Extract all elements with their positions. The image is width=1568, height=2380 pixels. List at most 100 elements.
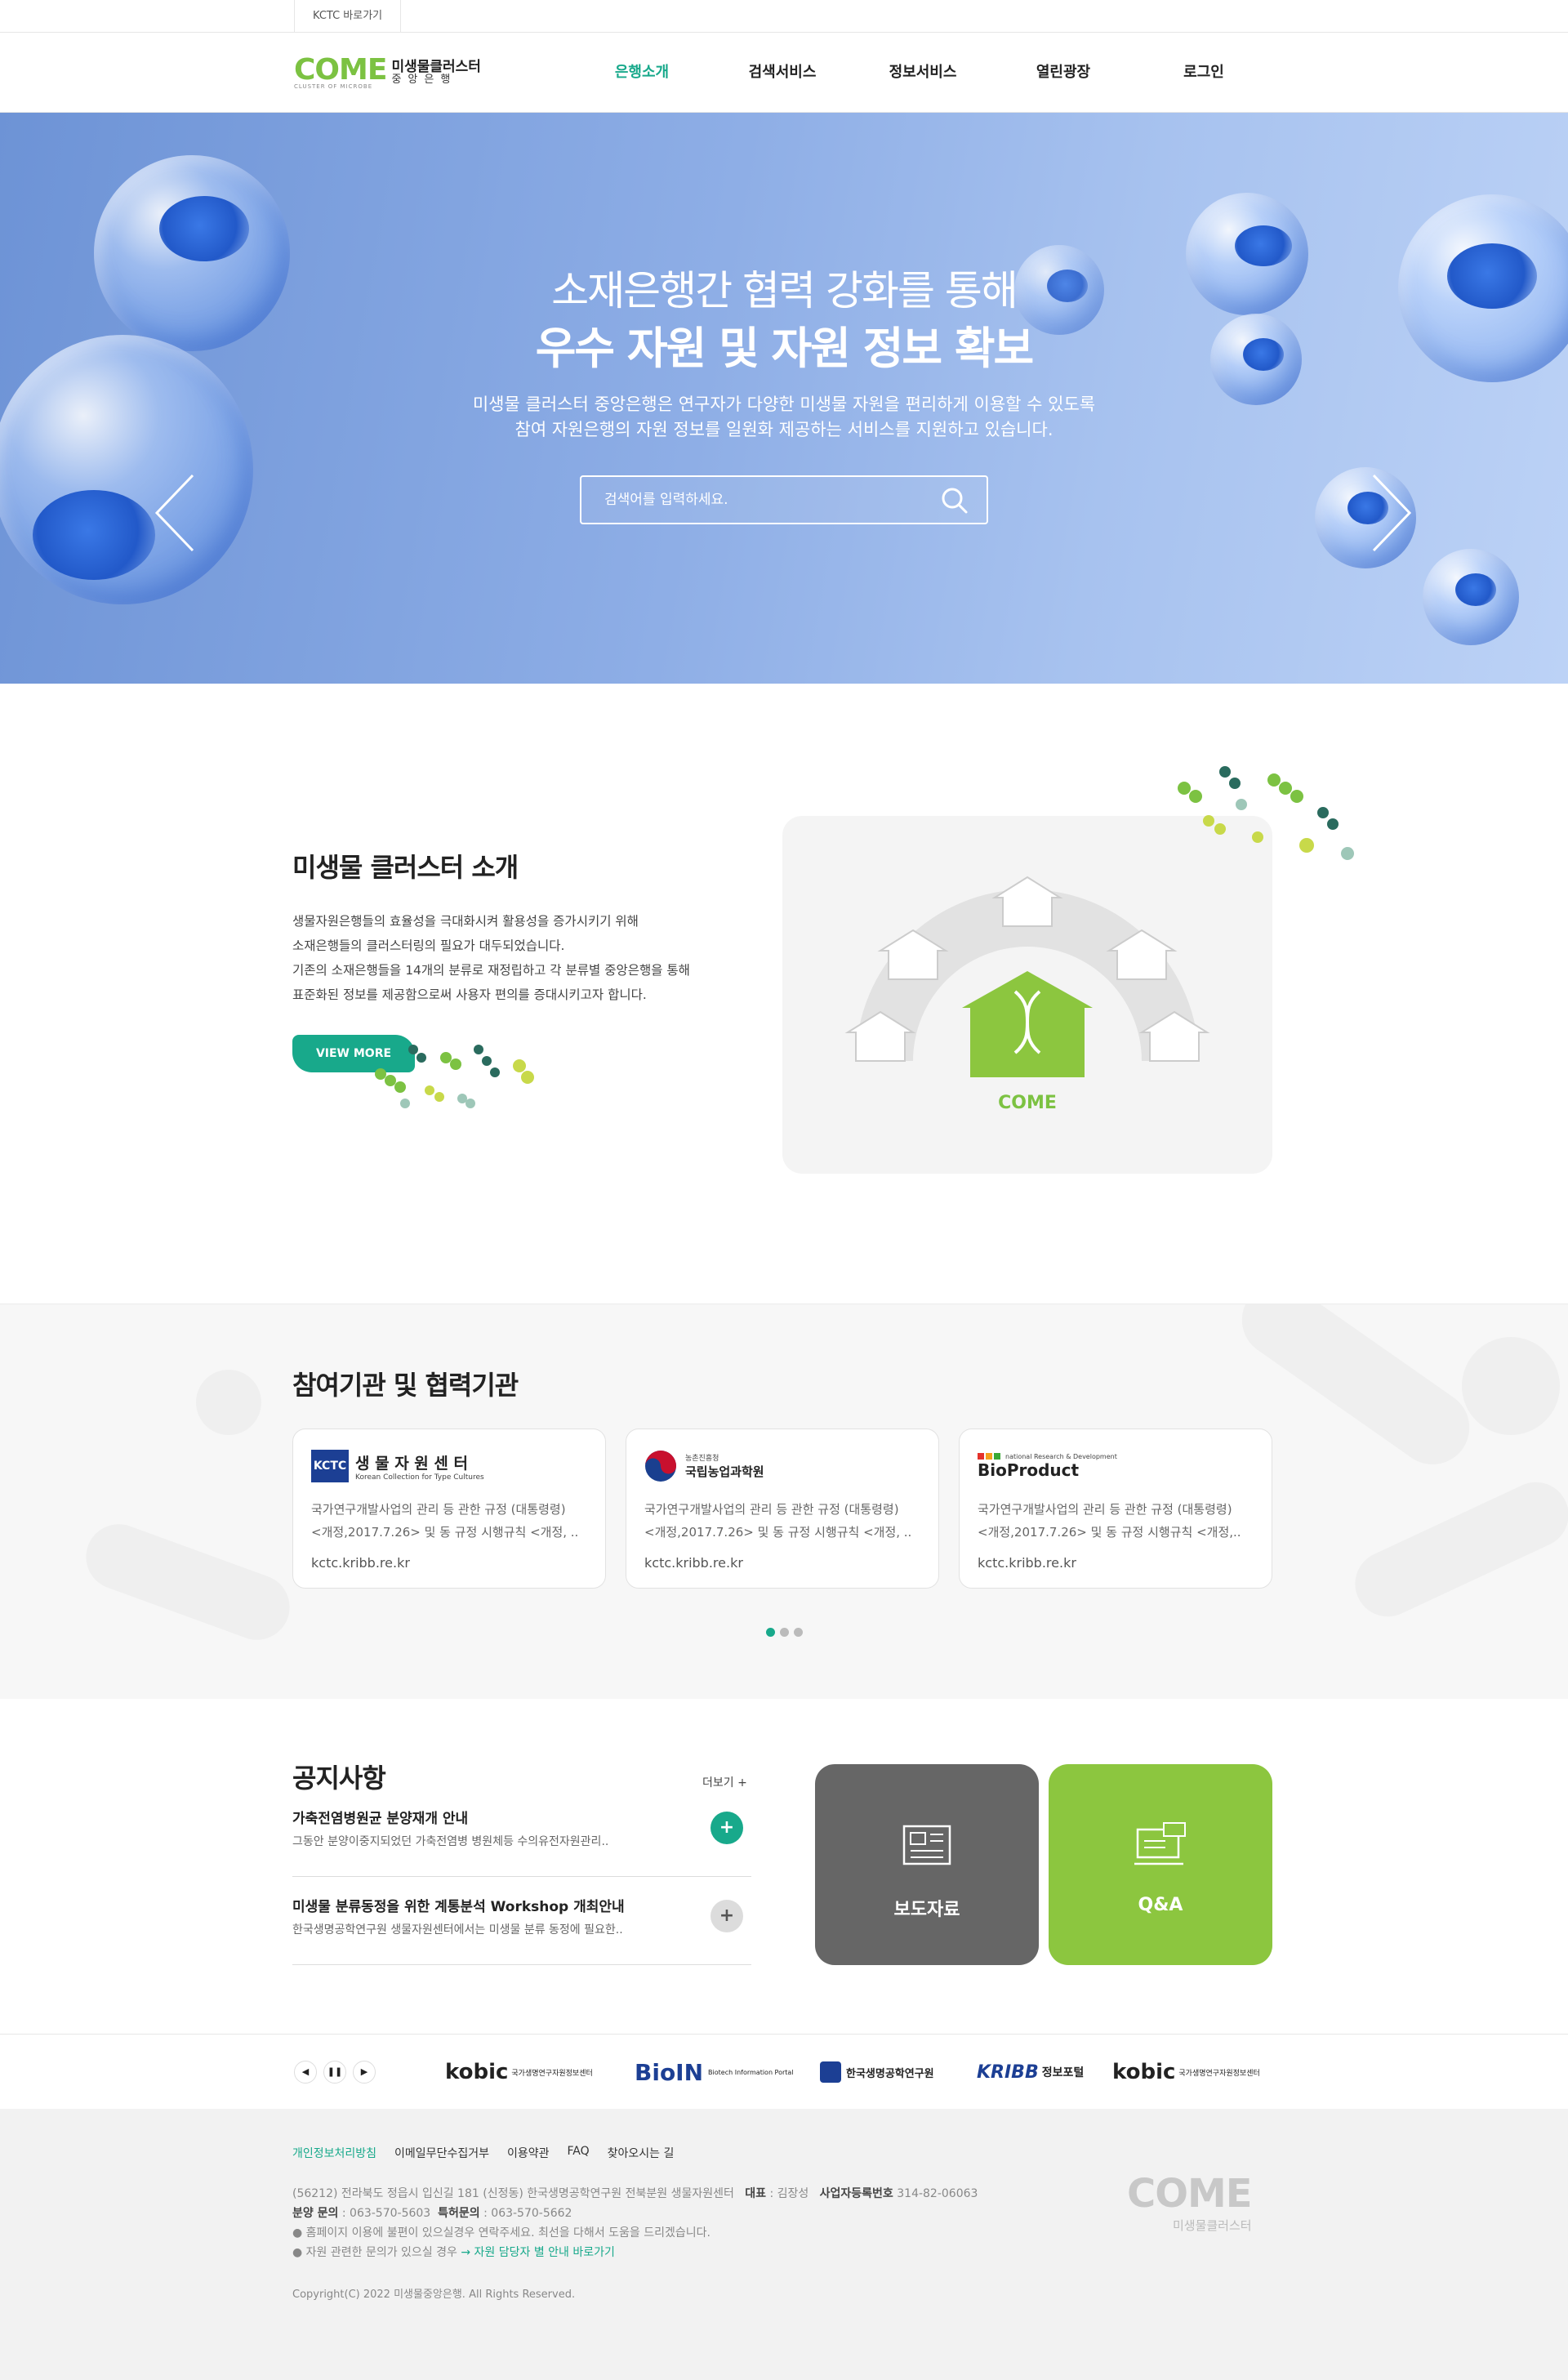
nav-item-info[interactable]: 정보서비스 xyxy=(853,33,993,113)
partner-desc-line: <개정,2017.7.26> 및 동 규정 시행규칙 <개정, .. xyxy=(644,1525,912,1540)
partner-description: 국가연구개발사업의 관리 등 관한 규정 (대통령령) <개정,2017.7.2… xyxy=(311,1498,589,1544)
hero-next-arrow[interactable] xyxy=(1369,472,1414,554)
pause-button[interactable]: ❚❚ xyxy=(323,2061,346,2084)
partner-description: 국가연구개발사업의 관리 등 관한 규정 (대통령령) <개정,2017.7.2… xyxy=(644,1498,922,1544)
search-input[interactable] xyxy=(604,477,931,523)
hero-prev-arrow[interactable] xyxy=(152,472,198,554)
family-logo-kobic-2[interactable]: kobic 국가생명연구자원정보센터 xyxy=(1112,2057,1260,2087)
svg-text:COME: COME xyxy=(998,1093,1057,1113)
microbe-decoration-icon xyxy=(1178,766,1354,860)
footer-note: ● 자원 관련한 문의가 있으실 경우 xyxy=(292,2246,457,2259)
family-sites: ◀ ❚❚ ▶ kobic 국가생명연구자원정보센터 BioIN Biotech … xyxy=(0,2034,1568,2109)
partner-name: 국립농업과학원 xyxy=(685,1464,764,1479)
intro-description: 생물자원은행들의 효율성을 극대화시켜 활용성을 증가시키기 위해 소재은행들의… xyxy=(292,909,717,1007)
notice-item[interactable]: 가축전염병원균 분양재개 안내 그동안 분양이중지되었던 가축전염병 병원체등 … xyxy=(292,1789,751,1877)
press-tile[interactable]: 보도자료 xyxy=(815,1764,1039,1965)
next-button[interactable]: ▶ xyxy=(353,2061,376,2084)
partner-card[interactable]: KCTC 생 물 자 원 센 터 Korean Collection for T… xyxy=(292,1428,606,1589)
family-logo-sub: 정보포털 xyxy=(1041,2066,1085,2079)
logo-mark: COME xyxy=(294,53,387,87)
notice-item-title: 가축전염병원균 분양재개 안내 xyxy=(292,1811,469,1827)
partner-url: kctc.kribb.re.kr xyxy=(644,1555,743,1571)
qna-tile-label: Q&A xyxy=(1138,1895,1183,1915)
family-logo-sub: Biotech Information Portal xyxy=(708,2068,794,2076)
directions-link[interactable]: 찾아오시는 길 xyxy=(608,2145,675,2161)
microbe-decoration-icon xyxy=(375,1045,534,1108)
partners-title: 참여기관 및 협력기관 xyxy=(292,1370,519,1401)
carousel-dot[interactable] xyxy=(793,1628,803,1637)
plus-icon[interactable]: + xyxy=(710,1812,743,1844)
naas-logo: 농촌진흥청 국립농업과학원 xyxy=(644,1447,764,1485)
privacy-policy-link[interactable]: 개인정보처리방침 xyxy=(292,2145,376,2161)
partner-name: 생 물 자 원 센 터 xyxy=(355,1454,468,1473)
footer-info: (56212) 전라북도 정읍시 입신길 181 (신정동) 한국생명공학연구원… xyxy=(292,2187,978,2259)
intro-line: 표준화된 정보를 제공함으로써 사용자 편의를 증대시키고자 합니다. xyxy=(292,987,647,1002)
hero-description: 미생물 클러스터 중앙은행은 연구자가 다양한 미생물 자원을 편리하게 이용할… xyxy=(0,392,1568,443)
hero-title: 소재은행간 협력 강화를 통해 xyxy=(551,267,1018,314)
notice-section: 공지사항 더보기 + 가축전염병원균 분양재개 안내 그동안 분양이중지되었던 … xyxy=(0,1699,1568,2034)
email-refusal-link[interactable]: 이메일무단수집거부 xyxy=(394,2145,489,2161)
kribb-emblem-icon xyxy=(820,2061,841,2083)
family-logo-sub: 국가생명연구자원정보센터 xyxy=(511,2069,593,2078)
hero-subtitle: 우수 자원 및 자원 정보 확보 xyxy=(535,323,1034,374)
intro-title: 미생물 클러스터 소개 xyxy=(292,852,519,883)
family-logo-kobic[interactable]: kobic 국가생명연구자원정보센터 xyxy=(445,2057,593,2087)
footer-biz-label: 사업자등록번호 xyxy=(819,2187,893,2200)
search-icon[interactable] xyxy=(941,487,969,515)
notice-item-title: 미생물 분류동정을 위한 계통분석 Workshop 개최안내 xyxy=(292,1899,625,1915)
family-logo-name: BioIN xyxy=(635,2058,704,2086)
family-logo-kribb-portal[interactable]: KRIBB 정보포털 xyxy=(977,2057,1084,2087)
carousel-dot[interactable] xyxy=(779,1628,789,1637)
partner-sub: national Research & Development xyxy=(1005,1452,1117,1460)
partners-section: 참여기관 및 협력기관 KCTC 생 물 자 원 센 터 Korean Coll… xyxy=(0,1304,1568,1699)
footer-logo-mark: COME xyxy=(1127,2171,1253,2217)
logo-name: 미생물클러스터 xyxy=(391,58,481,75)
qna-tile[interactable]: Q&A xyxy=(1049,1764,1272,1965)
carousel-dots xyxy=(0,1625,1568,1640)
nav-item-login[interactable]: 로그인 xyxy=(1134,33,1274,113)
footer-links: 개인정보처리방침 이메일무단수집거부 이용약관 FAQ 찾아오시는 길 xyxy=(292,2145,692,2161)
qna-icon xyxy=(1134,1822,1186,1865)
carousel-dot[interactable] xyxy=(765,1628,775,1637)
footer-logo-sub: 미생물클러스터 xyxy=(1172,2218,1252,2233)
logo[interactable]: COME CLUSTER OF MICROBE 미생물클러스터 중앙은행 xyxy=(294,53,481,91)
terms-link[interactable]: 이용약관 xyxy=(507,2145,550,2161)
prev-button[interactable]: ◀ xyxy=(294,2061,317,2084)
header: COME CLUSTER OF MICROBE 미생물클러스터 중앙은행 은행소… xyxy=(0,33,1568,113)
partner-card[interactable]: 농촌진흥청 국립농업과학원 국가연구개발사업의 관리 등 관한 규정 (대통령령… xyxy=(626,1428,939,1589)
family-logo-name: kobic xyxy=(445,2060,509,2084)
topbar: KCTC 바로가기 xyxy=(0,0,1568,33)
nav-item-community[interactable]: 열린광장 xyxy=(993,33,1134,113)
plus-icon[interactable]: + xyxy=(710,1900,743,1932)
notice-more-link[interactable]: 더보기 + xyxy=(702,1774,747,1790)
faq-link[interactable]: FAQ xyxy=(568,2145,590,2161)
kctc-logo: KCTC 생 물 자 원 센 터 Korean Collection for T… xyxy=(311,1447,484,1485)
cell-bubble xyxy=(1423,549,1519,645)
bioproduct-logo: national Research & Development BioProdu… xyxy=(978,1447,1117,1485)
nav-item-search[interactable]: 검색서비스 xyxy=(712,33,853,113)
hero-desc-line: 미생물 클러스터 중앙은행은 연구자가 다양한 미생물 자원을 편리하게 이용할… xyxy=(472,394,1096,414)
partner-card[interactable]: national Research & Development BioProdu… xyxy=(959,1428,1272,1589)
nav-item-about[interactable]: 은행소개 xyxy=(572,33,712,113)
taegeuk-icon xyxy=(645,1451,676,1482)
notice-item[interactable]: 미생물 분류동정을 위한 계통분석 Workshop 개최안내 한국생명공학연구… xyxy=(292,1877,751,1965)
partner-desc-line: 국가연구개발사업의 관리 등 관한 규정 (대통령령) xyxy=(978,1502,1232,1517)
logo-name2: 중앙은행 xyxy=(391,74,457,87)
hero-desc-line: 참여 자원은행의 자원 정보를 일원화 제공하는 서비스를 지원하고 있습니다. xyxy=(514,420,1054,439)
hero-search-box xyxy=(580,475,988,524)
partner-desc-line: 국가연구개발사업의 관리 등 관한 규정 (대통령령) xyxy=(644,1502,899,1517)
footer-note: ● 홈페이지 이용에 불편이 있으실경우 연락주세요. 최선을 다해서 도움을 … xyxy=(292,2226,710,2240)
partner-description: 국가연구개발사업의 관리 등 관한 규정 (대통령령) <개정,2017.7.2… xyxy=(978,1498,1255,1544)
partner-desc-line: 국가연구개발사업의 관리 등 관한 규정 (대통령령) xyxy=(311,1502,566,1517)
resource-contact-link[interactable]: → 자원 담당자 별 안내 바로가기 xyxy=(461,2246,615,2259)
kctc-link[interactable]: KCTC 바로가기 xyxy=(294,0,402,33)
footer-ceo: 김장성 xyxy=(777,2187,809,2200)
footer-logo: COME 미생물클러스터 xyxy=(1127,2171,1253,2234)
family-logo-bioin[interactable]: BioIN Biotech Information Portal xyxy=(635,2057,794,2087)
press-tile-label: 보도자료 xyxy=(893,1900,960,1920)
hero-banner: 소재은행간 협력 강화를 통해 우수 자원 및 자원 정보 확보 미생물 클러스… xyxy=(0,113,1568,684)
footer-dist-label: 분양 문의 xyxy=(292,2207,339,2220)
family-logo-kribb[interactable]: 한국생명공학연구원 xyxy=(820,2057,934,2087)
family-logo-name: KRIBB xyxy=(977,2061,1039,2083)
notice-item-desc: 한국생명공학연구원 생물자원센터에서는 미생물 분류 동정에 필요한.. xyxy=(292,1923,623,1937)
